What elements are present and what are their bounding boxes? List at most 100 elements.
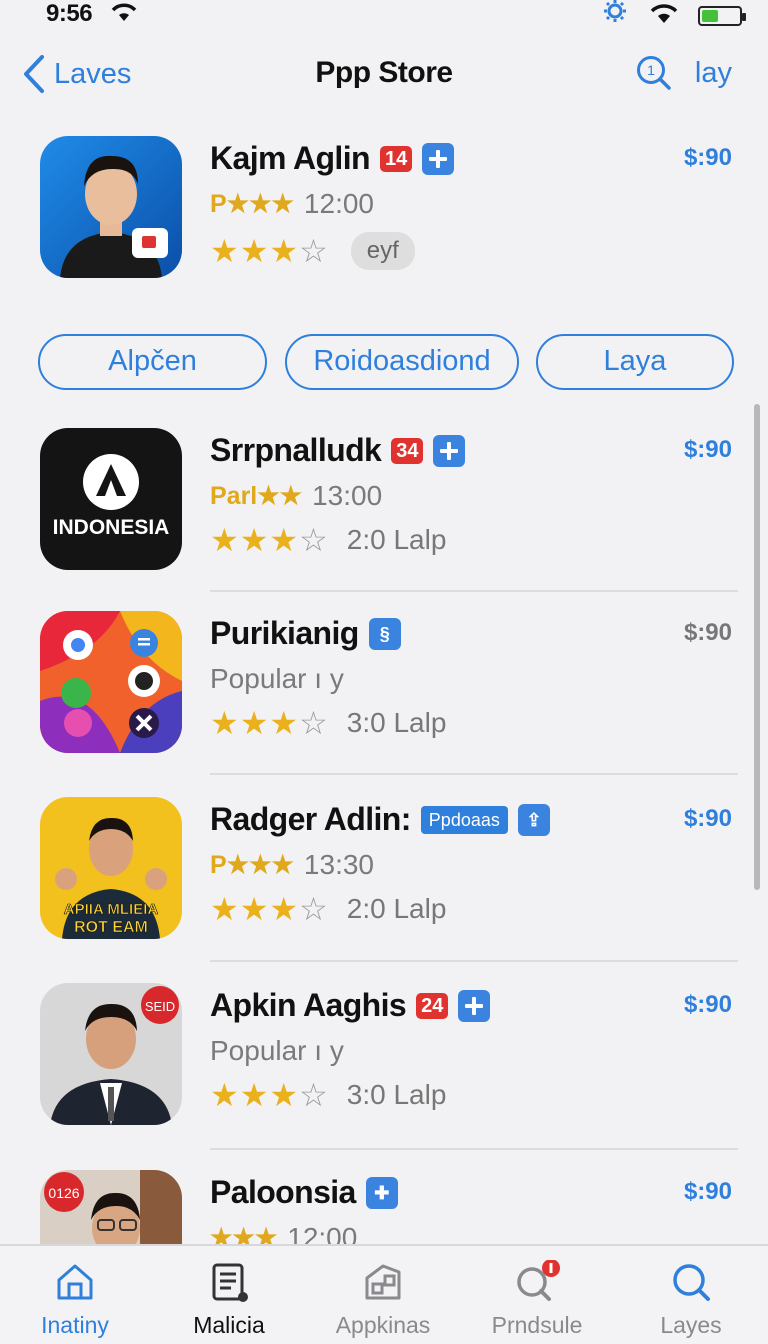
notification-badge: 14	[379, 145, 413, 172]
star-outline-icon: ☆	[299, 891, 328, 927]
rating-text: 2:0 Lalp	[346, 524, 447, 555]
svg-text:1: 1	[647, 62, 655, 78]
star-icon: ★	[269, 1077, 299, 1113]
rating-stars: ★ ★ ★ ☆ 3:0 Lalp	[210, 1079, 446, 1111]
star-icon: ★	[210, 705, 239, 741]
app-name: Apkin Aaghis	[210, 987, 407, 1023]
add-icon[interactable]	[433, 434, 466, 467]
link-icon[interactable]: §	[368, 617, 401, 650]
star-icon: ★	[239, 522, 269, 558]
status-time: 9:56	[46, 0, 93, 27]
wifi-icon	[110, 2, 138, 27]
rating-text: 2:0 Lalp	[346, 893, 447, 924]
star-icon: ★	[210, 1077, 239, 1113]
app-subtitle: Parl★★ 13:00	[210, 480, 383, 511]
app-name: Srrpnalludk	[210, 432, 382, 468]
price-button[interactable]: $:90	[684, 991, 732, 1019]
segment-button-2[interactable]: Roidoasdiond	[285, 334, 519, 390]
app-icon: SEID	[40, 983, 182, 1125]
divider	[210, 773, 738, 775]
star-icon: ★	[239, 705, 269, 741]
home-icon	[57, 1264, 93, 1300]
price-button[interactable]: $:90	[684, 436, 732, 464]
nav-right-button[interactable]: 1 lay	[635, 54, 732, 92]
star-icon: ★	[210, 233, 239, 269]
app-subtitle: P★★★ 13:30	[210, 849, 374, 880]
featured-app[interactable]: Kajm Aglin 14 $:90 P★★★ 12:00 ★ ★ ★ ☆ ey…	[40, 136, 740, 281]
tab-bar: Inatiny Malicia Appkinas Prndsule Layes	[0, 1244, 768, 1344]
icon-text: INDONESIA	[53, 516, 170, 539]
star-icon: ★	[269, 233, 299, 269]
tab-search[interactable]: Layes	[616, 1260, 766, 1339]
app-list-item[interactable]: INDONESIA Srrpnalludk 34 $:90 Parl★★ 13:…	[40, 428, 740, 573]
add-icon[interactable]	[458, 989, 491, 1022]
brightness-icon	[600, 0, 630, 31]
app-icon	[40, 611, 182, 753]
star-icon: ★	[239, 1077, 269, 1113]
tag-pill: eyf	[350, 232, 415, 270]
tab-label: Prndsule	[491, 1312, 583, 1338]
app-subtitle: Popular ı y	[210, 1035, 344, 1066]
app-name: Paloonsia	[210, 1174, 356, 1210]
rating-stars: ★ ★ ★ ☆ 2:0 Lalp	[210, 893, 446, 925]
battery-icon	[698, 5, 746, 26]
notification-badge: 24	[416, 992, 449, 1019]
star-icon: ★	[239, 233, 269, 269]
star-outline-icon: ☆	[299, 522, 328, 558]
tab-malicia[interactable]: Malicia	[154, 1260, 304, 1339]
rating-stars: ★ ★ ★ ☆ 2:0 Lalp	[210, 524, 446, 556]
app-name: Kajm Aglin	[210, 140, 371, 176]
tab-label: Layes	[660, 1312, 722, 1338]
document-icon	[212, 1263, 248, 1302]
rating-stars: ★ ★ ★ ☆ 3:0 Lalp	[210, 707, 446, 739]
price-button[interactable]: $:90	[684, 1178, 732, 1206]
featured-app-icon	[40, 136, 182, 278]
app-list-item[interactable]: SEID Apkin Aaghis 24 $:90 Popular ı y ★ …	[40, 983, 740, 1128]
star-icon: ★	[210, 522, 239, 558]
divider	[210, 1148, 738, 1150]
tab-label: Appkinas	[335, 1312, 431, 1338]
icon-badge: 0126	[48, 1185, 79, 1201]
app-list-item[interactable]: APIIA MLIEIA ROT EAM Radger Adlin: Ppdoa…	[40, 797, 740, 942]
apps-icon	[365, 1264, 401, 1300]
category-badge: Ppdoaas	[420, 805, 508, 834]
icon-text: ROT EAM	[74, 919, 148, 936]
add-icon[interactable]	[422, 142, 455, 175]
segment-button-1[interactable]: Alpčen	[38, 334, 267, 390]
app-subtitle: P★★★ 12:00	[210, 188, 374, 219]
navigation-bar: Laves Ppp Store 1 lay	[0, 48, 768, 104]
search-badge-icon	[517, 1260, 560, 1301]
price-button[interactable]: $:90	[684, 619, 732, 647]
app-name: Purikianig	[210, 615, 359, 651]
star-outline-icon: ☆	[299, 705, 328, 741]
app-subtitle: Popular ı y	[210, 663, 344, 694]
star-outline-icon: ☆	[299, 1077, 328, 1113]
wifi-icon	[648, 2, 680, 29]
rating-text: 3:0 Lalp	[346, 707, 447, 738]
star-icon: ★	[269, 705, 299, 741]
price-button[interactable]: $:90	[684, 144, 732, 172]
tab-label: Malicia	[193, 1312, 265, 1338]
app-list-item[interactable]: Purikianig § $:90 Popular ı y ★ ★ ★ ☆ 3:…	[40, 611, 740, 756]
divider	[210, 960, 738, 962]
add-icon[interactable]: ✚	[365, 1176, 398, 1209]
status-bar: 9:56	[0, 0, 768, 36]
app-name: Radger Adlin:	[210, 801, 411, 837]
scrollbar[interactable]	[754, 404, 760, 890]
nav-right-label: lay	[694, 56, 732, 89]
search-icon	[673, 1264, 710, 1301]
price-button[interactable]: $:90	[684, 805, 732, 833]
app-icon: APIIA MLIEIA ROT EAM	[40, 797, 182, 939]
tab-search-updates[interactable]: Prndsule	[462, 1260, 612, 1339]
star-icon: ★	[210, 891, 239, 927]
segment-button-3[interactable]: Laya	[536, 334, 734, 390]
rating-stars: ★ ★ ★ ☆ eyf	[210, 232, 415, 270]
search-icon: 1	[636, 56, 671, 90]
icon-badge: SEID	[145, 999, 175, 1014]
tab-home[interactable]: Inatiny	[0, 1260, 150, 1339]
star-icon: ★	[239, 891, 269, 927]
star-icon: ★	[269, 891, 299, 927]
app-icon: INDONESIA	[40, 428, 182, 570]
share-icon[interactable]: ⇪	[517, 803, 550, 836]
tab-apps[interactable]: Appkinas	[308, 1260, 458, 1339]
